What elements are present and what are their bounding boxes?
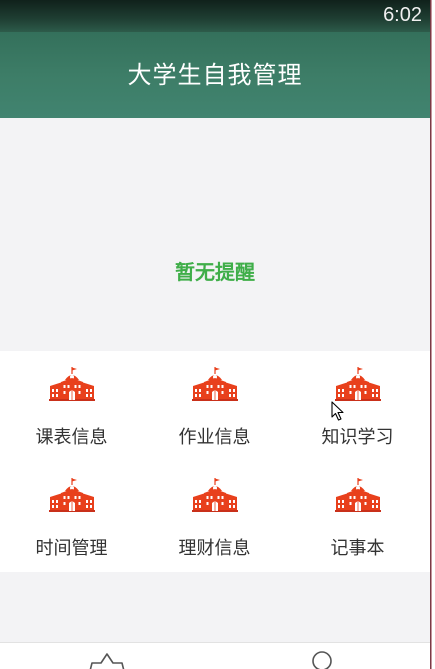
school-building-icon [335, 367, 381, 401]
menu-item-homework[interactable]: 作业信息 [143, 351, 286, 461]
reminder-area: 暂无提醒 [0, 118, 430, 350]
school-building-icon [335, 478, 381, 512]
mouse-cursor-icon [331, 401, 344, 421]
menu-item-label: 理财信息 [178, 538, 251, 559]
profile-icon[interactable] [311, 651, 333, 669]
app-title: 大学生自我管理 [127, 60, 303, 89]
status-time: 6:02 [383, 4, 422, 26]
home-icon[interactable] [88, 651, 126, 669]
menu-item-knowledge[interactable]: 知识学习 [286, 351, 429, 461]
menu-item-label: 时间管理 [35, 538, 108, 559]
menu-item-label: 记事本 [330, 538, 385, 559]
app-bar: 大学生自我管理 [0, 32, 430, 118]
school-building-icon [49, 367, 95, 401]
school-building-icon [192, 478, 238, 512]
menu-item-label: 作业信息 [178, 427, 251, 448]
school-building-icon [49, 478, 95, 512]
menu-item-label: 知识学习 [321, 427, 394, 448]
menu-item-finance[interactable]: 理财信息 [143, 462, 286, 572]
window-edge [430, 0, 435, 669]
menu-item-schedule[interactable]: 课表信息 [0, 351, 143, 461]
menu-item-time-management[interactable]: 时间管理 [0, 462, 143, 572]
menu-item-notepad[interactable]: 记事本 [286, 462, 429, 572]
reminder-text: 暂无提醒 [175, 259, 255, 284]
menu-item-label: 课表信息 [35, 427, 108, 448]
school-building-icon [192, 367, 238, 401]
app-screen: 6:02 大学生自我管理 暂无提醒 课表信息 作业信息 知识学习 时间管理 理财… [0, 0, 430, 669]
bottom-nav [0, 642, 430, 669]
menu-grid: 课表信息 作业信息 知识学习 时间管理 理财信息 记事本 [0, 351, 430, 572]
status-bar: 6:02 [0, 0, 430, 32]
